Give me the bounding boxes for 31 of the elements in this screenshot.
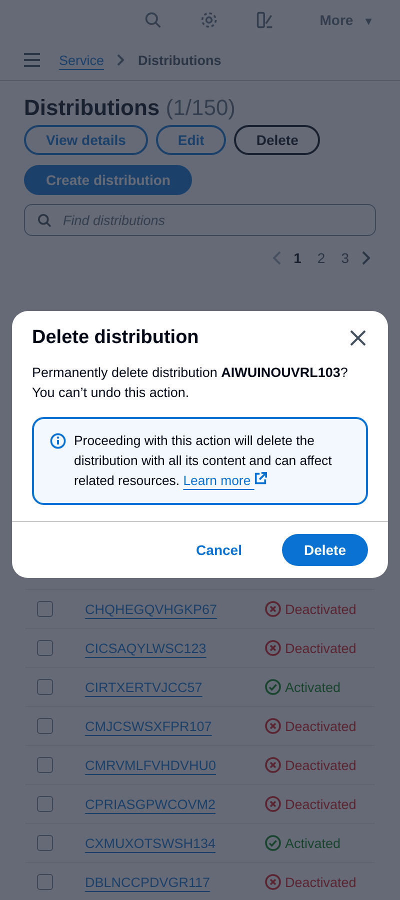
status-text: Deactivated: [285, 718, 356, 734]
learn-more-link[interactable]: Learn more: [183, 473, 268, 488]
page-button[interactable]: 3: [338, 250, 352, 266]
cancel-button[interactable]: Cancel: [174, 534, 264, 566]
status-text: Deactivated: [285, 640, 356, 656]
distribution-link[interactable]: CXMUXOTSWSH134: [85, 836, 216, 851]
distribution-link[interactable]: CMJCSWSXFPR107: [85, 719, 212, 734]
page-button[interactable]: 1: [290, 250, 304, 266]
distribution-link[interactable]: CIRTXERTVJCC57: [85, 680, 202, 695]
delete-button[interactable]: Delete: [282, 534, 368, 566]
status-text: Deactivated: [285, 874, 356, 890]
distribution-link[interactable]: DBLNCCPDVGR117: [85, 875, 210, 890]
alert-text: Proceeding with this action will delete the distribution with all its content and can affect related resources. Learn more: [74, 432, 333, 490]
status-text: Activated: [285, 680, 341, 694]
distribution-link[interactable]: CPRIASGPWCOVM2: [85, 797, 216, 812]
distribution-link[interactable]: CHQHEGQVHGKP67: [85, 602, 218, 617]
dialog-title: Delete distribution: [32, 327, 199, 349]
status-text: Deactivated: [285, 602, 356, 616]
page-button[interactable]: 2: [314, 250, 328, 266]
breadcrumb-current: Distributions: [138, 52, 222, 68]
status-text: Deactivated: [285, 758, 356, 772]
page-title: Distributions: [24, 95, 160, 120]
breadcrumb-link[interactable]: Service: [59, 52, 104, 68]
external-link-icon: [254, 472, 268, 485]
status-text: Activated: [285, 836, 341, 850]
distribution-link[interactable]: CICSAQYLWSC123: [85, 641, 206, 656]
status-text: Deactivated: [285, 796, 356, 812]
dialog-message: Permanently delete distribution AIWUINOUVRL103? You can’t undo this action.: [32, 364, 349, 402]
close-button[interactable]: [348, 328, 368, 348]
info-icon: [50, 433, 66, 449]
distribution-link[interactable]: CMRVMLFVHDVHU0: [85, 758, 216, 773]
